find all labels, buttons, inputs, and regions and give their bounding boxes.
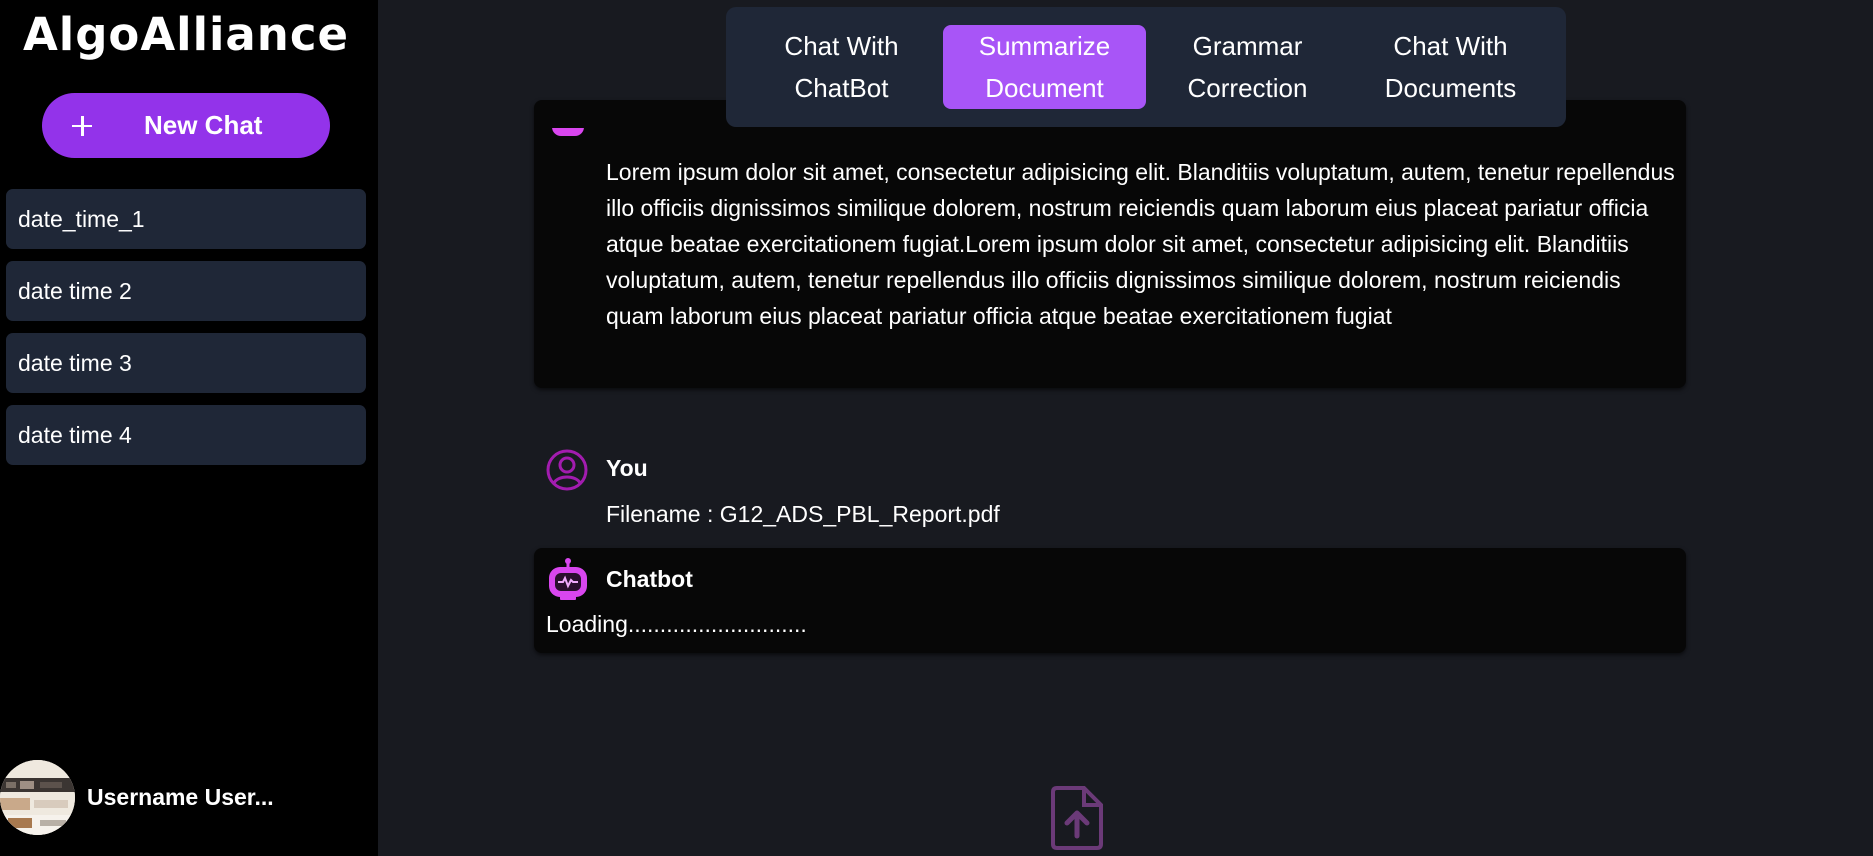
username: Username User... <box>87 784 274 810</box>
chat-history-list: date_time_1 date time 2 date time 3 date… <box>6 189 366 477</box>
chat-history-label: date time 2 <box>18 277 132 304</box>
user-message-text: Filename : G12_ADS_PBL_Report.pdf <box>606 501 1000 527</box>
file-upload-icon[interactable] <box>1051 786 1103 850</box>
tab-label: Summarize Document <box>978 31 1111 103</box>
bot-message: Lorem ipsum dolor sit amet, consectetur … <box>534 100 1686 388</box>
chat-history-item[interactable]: date time 2 <box>6 261 366 321</box>
tab-label: Chat With Documents <box>1384 31 1517 103</box>
chat-history-item[interactable]: date_time_1 <box>6 189 366 249</box>
bot-loading-text: Loading............................ <box>546 611 807 637</box>
chat-history-item[interactable]: date time 4 <box>6 405 366 465</box>
tab-grammar-correction[interactable]: Grammar Correction <box>1146 25 1349 109</box>
bot-message-text: Lorem ipsum dolor sit amet, consectetur … <box>606 159 1675 329</box>
chat-history-label: date time 3 <box>18 349 132 376</box>
sidebar: AlgoAlliance New Chat date_time_1 date t… <box>0 0 378 856</box>
app-logo: AlgoAlliance <box>22 8 350 61</box>
user-profile[interactable]: Username User... <box>0 760 378 835</box>
chat-history-item[interactable]: date time 3 <box>6 333 366 393</box>
robot-icon <box>548 128 588 144</box>
user-circle-icon <box>546 449 588 491</box>
user-sender-name: You <box>606 455 648 481</box>
tab-summarize-document[interactable]: Summarize Document <box>943 25 1146 109</box>
plus-icon <box>72 115 92 136</box>
robot-icon <box>546 558 590 602</box>
user-message: You Filename : G12_ADS_PBL_Report.pdf <box>534 445 1684 535</box>
tab-chat-with-documents[interactable]: Chat With Documents <box>1349 25 1552 109</box>
bot-sender-name: Chatbot <box>606 566 693 592</box>
chat-history-label: date time 4 <box>18 421 132 448</box>
new-chat-button[interactable]: New Chat <box>42 93 330 158</box>
tab-chat-with-chatbot[interactable]: Chat With ChatBot <box>740 25 943 109</box>
mode-tabs: Chat With ChatBot Summarize Document Gra… <box>726 7 1566 127</box>
bot-message: Chatbot Loading.........................… <box>534 548 1686 653</box>
new-chat-label: New Chat <box>144 110 263 140</box>
chat-history-label: date_time_1 <box>18 205 145 232</box>
tab-label: Grammar Correction <box>1187 31 1308 103</box>
avatar <box>0 760 75 835</box>
tab-label: Chat With ChatBot <box>784 31 899 103</box>
